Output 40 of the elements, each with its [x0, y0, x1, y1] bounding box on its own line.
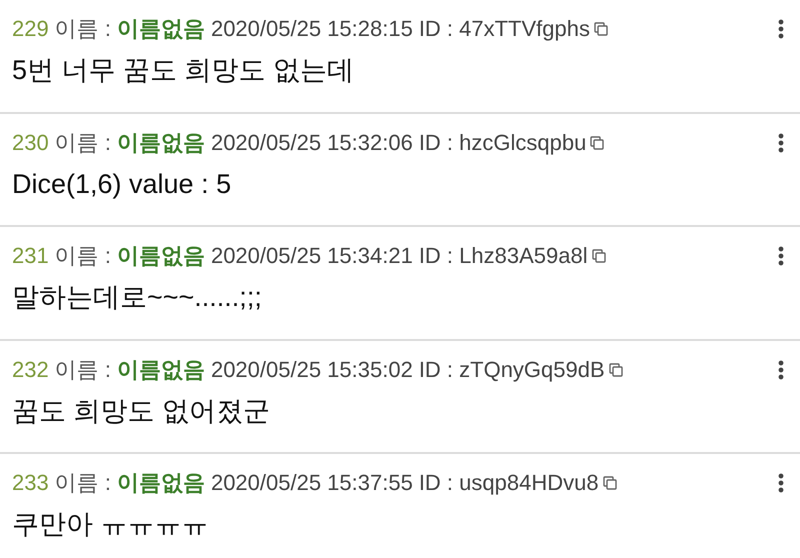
post-number[interactable]: 231 — [12, 241, 49, 271]
poster-id: ID : usqp84HDvu8 — [418, 469, 599, 497]
post-number[interactable]: 232 — [12, 354, 49, 384]
poster-id: ID : 47xTTVfgphs — [418, 15, 590, 43]
timestamp: 2020/05/25 15:37:55 — [210, 469, 413, 497]
post-body: 5번 너무 꿈도 희망도 없는데 — [12, 54, 356, 87]
post-body: 꿈도 희망도 없어졌군 — [12, 394, 272, 428]
timestamp: 2020/05/25 15:28:15 — [210, 15, 413, 43]
post-body: 말하는데로~~~......;;; — [12, 281, 263, 314]
more-icon[interactable] — [778, 360, 784, 380]
name-label: 이름 : — [54, 128, 111, 156]
poster-id: ID : zTQnyGq59dB — [418, 356, 605, 384]
author-name: 이름없음 — [116, 242, 205, 270]
author-name: 이름없음 — [116, 469, 205, 497]
copy-icon[interactable] — [592, 249, 606, 263]
copy-icon[interactable] — [590, 136, 604, 150]
author-name: 이름없음 — [116, 128, 205, 156]
timestamp: 2020/05/25 15:34:21 — [210, 242, 413, 270]
post-body: 쿠만아 ㅠㅠㅠㅠ — [12, 508, 210, 541]
post-body: Dice(1,6) value : 5 — [12, 168, 232, 201]
poster-id: ID : hzcGlcsqpbu — [418, 128, 586, 157]
copy-icon[interactable] — [608, 362, 623, 376]
more-icon[interactable] — [778, 132, 784, 152]
timestamp: 2020/05/25 15:32:06 — [210, 128, 413, 156]
name-label: 이름 : — [54, 469, 111, 497]
post-number[interactable]: 233 — [12, 468, 49, 498]
author-name: 이름없음 — [116, 356, 205, 384]
copy-icon[interactable] — [594, 22, 608, 36]
name-label: 이름 : — [54, 242, 111, 270]
more-icon[interactable] — [778, 246, 784, 266]
copy-icon[interactable] — [602, 476, 617, 490]
more-icon[interactable] — [778, 19, 784, 39]
timestamp: 2020/05/25 15:35:02 — [210, 356, 413, 384]
name-label: 이름 : — [54, 356, 111, 384]
poster-id: ID : Lhz83A59a8l — [418, 242, 588, 270]
post-number[interactable]: 230 — [12, 128, 49, 158]
more-icon[interactable] — [778, 473, 784, 493]
post-number[interactable]: 229 — [12, 14, 49, 44]
name-label: 이름 : — [54, 15, 111, 43]
author-name: 이름없음 — [116, 15, 205, 43]
